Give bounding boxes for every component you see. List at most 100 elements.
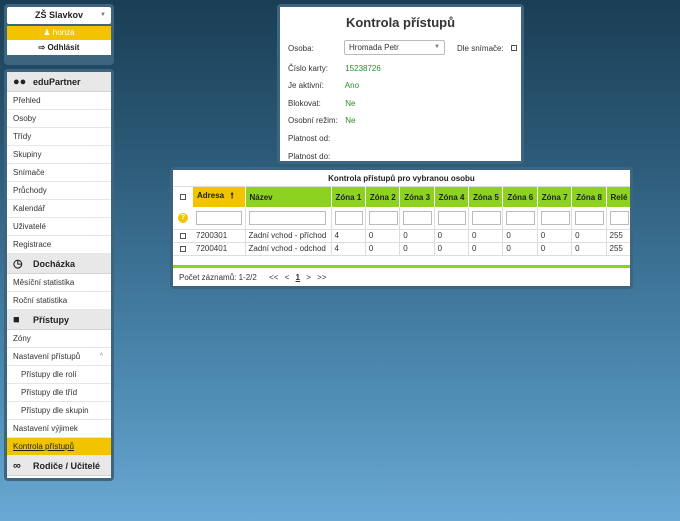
sidebar-item-nastaveni-vyjimek[interactable]: Nastavení výjimek <box>7 420 111 438</box>
column-header-zona-8[interactable]: Zóna 8 <box>571 187 607 207</box>
sidebar-item-mesicni-statistika[interactable]: Měsíční statistika <box>7 274 111 292</box>
table-cell: 0 <box>571 242 607 256</box>
filter-zona-3[interactable] <box>403 210 433 225</box>
school-name: ZŠ Slavkov <box>34 10 84 20</box>
sidebar-item-uzivatele[interactable]: Uživatelé <box>7 218 111 236</box>
chevron-up-icon: ^ <box>99 353 103 360</box>
pager-page[interactable]: 1 <box>296 273 300 282</box>
table-row[interactable]: 7200401 Zadní vchod - odchod 4 0 0 0 0 0… <box>173 242 630 256</box>
access-table-panel: Kontrola přístupů pro vybranou osobu Adr… <box>170 167 633 289</box>
column-header-zona-7[interactable]: Zóna 7 <box>537 187 573 207</box>
logout-button[interactable]: ⇨ Odhlásit <box>7 40 111 55</box>
column-header-zona-6[interactable]: Zóna 6 <box>502 187 538 207</box>
filter-zona-2[interactable] <box>368 210 398 225</box>
logout-icon: ⇨ <box>38 43 46 52</box>
sidebar-item-kontrola-pristupu[interactable]: Kontrola přístupů <box>7 438 111 456</box>
filter-zona-5[interactable] <box>472 210 501 225</box>
table-cell: Zadní vchod - příchod <box>245 229 332 243</box>
pager-next[interactable]: > <box>306 273 311 282</box>
person-select[interactable]: Hromada Petr ▼ <box>344 40 445 55</box>
pager-last[interactable]: >> <box>317 273 326 282</box>
filter-rele[interactable] <box>609 210 629 225</box>
access-table: Adresa 🠕 Název Zóna 1 Zóna 2 Zóna 3 Zóna… <box>173 187 630 256</box>
filter-zona-6[interactable] <box>506 210 536 225</box>
sidebar-item-skupiny[interactable]: Skupiny <box>7 146 111 164</box>
filter-adresa[interactable] <box>196 210 243 225</box>
users-icon: ●● <box>13 75 27 88</box>
filter-row: ? <box>173 207 630 230</box>
column-header-zona-5[interactable]: Zóna 5 <box>468 187 504 207</box>
table-cell: 255 <box>606 229 630 243</box>
column-header-nazev[interactable]: Název <box>245 187 332 207</box>
clock-icon: ◷ <box>13 257 23 270</box>
chevron-down-icon: ▼ <box>100 12 106 18</box>
table-cell: 0 <box>468 242 504 256</box>
filter-zona-1[interactable] <box>334 210 364 225</box>
school-select[interactable]: ZŠ Slavkov ▼ <box>7 7 111 24</box>
column-header-adresa[interactable]: Adresa 🠕 <box>193 187 246 207</box>
sidebar-item-tridy[interactable]: Třídy <box>7 128 111 146</box>
person-label: Osoba: <box>288 44 314 53</box>
table-cell: 0 <box>399 242 435 256</box>
valid-to-row: Platnost do: <box>288 152 331 161</box>
person-row: Osoba: <box>288 44 343 53</box>
section-rodice-ucitele[interactable]: ∞ Rodiče / Učitelé <box>7 456 111 476</box>
section-edupartner: ●● eduPartner <box>7 72 111 92</box>
table-cell: 0 <box>502 242 538 256</box>
pager: << < 1 > >> <box>269 273 330 282</box>
table-cell: 0 <box>365 229 401 243</box>
card-value: 15238726 <box>345 64 381 73</box>
filter-zona-8[interactable] <box>575 210 604 225</box>
row-checkbox[interactable] <box>180 245 186 252</box>
table-cell: 4 <box>331 242 366 256</box>
table-footer: Počet záznamů: 1-2/2 << < 1 > >> <box>179 273 330 282</box>
row-checkbox[interactable] <box>180 232 186 239</box>
sidebar-item-zony[interactable]: Zóny <box>7 330 111 348</box>
sidebar-item-pristupy-dle-skupin[interactable]: Přístupy dle skupin <box>7 402 111 420</box>
card-row: Číslo karty: 15238726 <box>288 64 381 73</box>
sidebar-item-prehled[interactable]: Přehled <box>7 92 111 110</box>
column-header-zona-4[interactable]: Zóna 4 <box>434 187 470 207</box>
sidebar-item-pristupy-dle-trid[interactable]: Přístupy dle tříd <box>7 384 111 402</box>
filter-zona-4[interactable] <box>437 210 467 225</box>
chevron-down-icon: ▼ <box>434 44 440 50</box>
sidebar-item-osoby[interactable]: Osoby <box>7 110 111 128</box>
sidebar-item-kalendar[interactable]: Kalendář <box>7 200 111 218</box>
sidebar-item-registrace[interactable]: Registrace <box>7 236 111 254</box>
table-cell: 0 <box>399 229 435 243</box>
table-cell: 7200401 <box>193 242 246 256</box>
filter-zona-7[interactable] <box>540 210 570 225</box>
link-icon: ∞ <box>13 459 21 472</box>
active-value: Ano <box>344 81 360 90</box>
sort-asc-icon: 🠕 <box>230 191 234 200</box>
filter-nazev[interactable] <box>248 210 327 225</box>
sidebar-item-snimace[interactable]: Snímače <box>7 164 111 182</box>
table-row[interactable]: 7200301 Zadní vchod - příchod 4 0 0 0 0 … <box>173 229 630 243</box>
help-icon[interactable]: ? <box>178 213 188 224</box>
table-bottom-bar <box>173 265 630 268</box>
reader-checkbox[interactable] <box>511 45 517 51</box>
column-header-zona-3[interactable]: Zóna 3 <box>399 187 435 207</box>
block-value: Ne <box>345 99 356 108</box>
sidebar-item-rocni-statistika[interactable]: Roční statistika <box>7 292 111 310</box>
user-name[interactable]: ♟ honza <box>7 26 111 40</box>
user-icon: ♟ <box>43 28 51 37</box>
page-title: Kontrola přístupů <box>345 15 456 30</box>
table-cell: 255 <box>606 242 630 256</box>
table-cell: 7200301 <box>193 229 246 243</box>
column-header-rele[interactable]: Relé <box>606 187 630 207</box>
reader-label: Dle snímače: <box>457 44 504 53</box>
select-all-header[interactable] <box>173 187 193 207</box>
column-header-zona-2[interactable]: Zóna 2 <box>365 187 401 207</box>
sidebar-item-pristupy-dle-roli[interactable]: Přístupy dle rolí <box>7 366 111 384</box>
table-cell: 4 <box>331 229 366 243</box>
valid-from-row: Platnost od: <box>288 134 331 143</box>
block-row: Blokovat: Ne <box>288 99 356 108</box>
column-header-zona-1[interactable]: Zóna 1 <box>331 187 366 207</box>
table-cell: 0 <box>502 229 538 243</box>
pager-first[interactable]: << <box>269 273 278 282</box>
select-all-checkbox[interactable] <box>180 194 186 201</box>
sidebar-item-nastaveni-pristupu[interactable]: Nastavení přístupů ^ <box>7 348 111 366</box>
sidebar-item-pruchody[interactable]: Průchody <box>7 182 111 200</box>
pager-prev[interactable]: < <box>285 273 290 282</box>
